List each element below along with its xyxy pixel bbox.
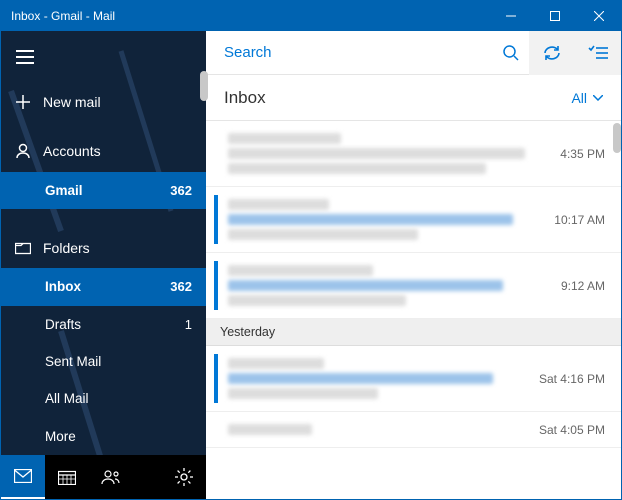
folder-item-label: Inbox — [45, 279, 170, 294]
people-app-button[interactable] — [89, 455, 133, 499]
unread-indicator — [214, 129, 218, 178]
message-time: 4:35 PM — [560, 147, 605, 161]
filter-dropdown[interactable]: All — [571, 90, 603, 106]
hamburger-icon — [16, 50, 34, 64]
settings-button[interactable] — [162, 455, 206, 499]
account-item-gmail[interactable]: Gmail 362 — [1, 172, 206, 209]
window-title: Inbox - Gmail - Mail — [11, 9, 489, 23]
folder-item-drafts[interactable]: Drafts 1 — [1, 306, 206, 343]
message-preview — [228, 354, 529, 403]
sidebar-scrollbar[interactable] — [200, 71, 208, 101]
folder-item-more[interactable]: More — [1, 418, 206, 455]
message-item[interactable]: Sat 4:05 PM — [206, 412, 621, 448]
mail-icon — [14, 469, 32, 483]
search-placeholder: Search — [224, 44, 503, 61]
folder-item-sent[interactable]: Sent Mail — [1, 343, 206, 380]
sync-icon — [542, 44, 562, 62]
close-icon — [594, 11, 604, 21]
maximize-icon — [550, 11, 560, 21]
message-time: 10:17 AM — [554, 213, 605, 227]
unread-indicator — [214, 195, 218, 244]
sync-button[interactable] — [529, 31, 575, 75]
folder-item-inbox[interactable]: Inbox 362 — [1, 268, 206, 305]
list-header: Inbox All — [206, 75, 621, 121]
plus-icon — [15, 94, 43, 110]
message-item[interactable]: 9:12 AM — [206, 253, 621, 319]
message-preview — [228, 261, 551, 310]
message-list[interactable]: 4:35 PM 10:17 AM — [206, 121, 621, 499]
maximize-button[interactable] — [533, 1, 577, 31]
accounts-label: Accounts — [43, 143, 192, 159]
calendar-icon — [58, 469, 76, 485]
sidebar: New mail Accounts Gmail 362 Folders Inbo… — [1, 31, 206, 499]
folder-item-label: Drafts — [45, 317, 185, 332]
close-button[interactable] — [577, 1, 621, 31]
message-preview — [228, 129, 550, 178]
minimize-icon — [506, 11, 516, 21]
message-time: Sat 4:16 PM — [539, 372, 605, 386]
list-scrollbar[interactable] — [613, 123, 621, 153]
app-window: Inbox - Gmail - Mail New mail — [0, 0, 622, 500]
chevron-down-icon — [593, 95, 603, 101]
toolbar: Search — [206, 31, 621, 75]
folder-item-count: 362 — [170, 279, 192, 294]
unread-indicator — [214, 420, 218, 439]
sidebar-top — [1, 31, 206, 77]
message-item[interactable]: 10:17 AM — [206, 187, 621, 253]
filter-label: All — [571, 90, 587, 106]
date-group-header: Yesterday — [206, 319, 621, 346]
message-item[interactable]: 4:35 PM — [206, 121, 621, 187]
search-icon — [503, 45, 519, 61]
message-item[interactable]: Sat 4:16 PM — [206, 346, 621, 412]
titlebar: Inbox - Gmail - Mail — [1, 1, 621, 31]
folder-item-label: More — [45, 429, 192, 444]
folder-icon — [15, 241, 43, 255]
unread-indicator — [214, 261, 218, 310]
minimize-button[interactable] — [489, 1, 533, 31]
unread-indicator — [214, 354, 218, 403]
main-pane: Search Inbox All — [206, 31, 621, 499]
gear-icon — [175, 468, 193, 486]
calendar-app-button[interactable] — [45, 455, 89, 499]
accounts-heading[interactable]: Accounts — [1, 130, 206, 171]
folder-item-allmail[interactable]: All Mail — [1, 380, 206, 417]
folder-item-count: 1 — [185, 317, 192, 332]
people-icon — [101, 469, 121, 485]
folder-title: Inbox — [224, 88, 571, 108]
folders-heading[interactable]: Folders — [1, 227, 206, 268]
person-icon — [15, 143, 43, 159]
checklist-icon — [588, 45, 608, 61]
new-mail-label: New mail — [43, 94, 192, 110]
message-time: Sat 4:05 PM — [539, 423, 605, 437]
selection-mode-button[interactable] — [575, 31, 621, 75]
message-time: 9:12 AM — [561, 279, 605, 293]
search-input[interactable]: Search — [206, 31, 529, 75]
mail-app-button[interactable] — [1, 455, 45, 499]
account-item-count: 362 — [170, 183, 192, 198]
folder-item-label: All Mail — [45, 391, 192, 406]
account-item-label: Gmail — [45, 183, 170, 198]
new-mail-button[interactable]: New mail — [1, 81, 206, 122]
app-body: New mail Accounts Gmail 362 Folders Inbo… — [1, 31, 621, 499]
app-bar — [1, 455, 206, 499]
folders-label: Folders — [43, 240, 192, 256]
message-preview — [228, 195, 544, 244]
folder-item-label: Sent Mail — [45, 354, 192, 369]
message-preview — [228, 420, 529, 439]
hamburger-button[interactable] — [1, 37, 49, 77]
